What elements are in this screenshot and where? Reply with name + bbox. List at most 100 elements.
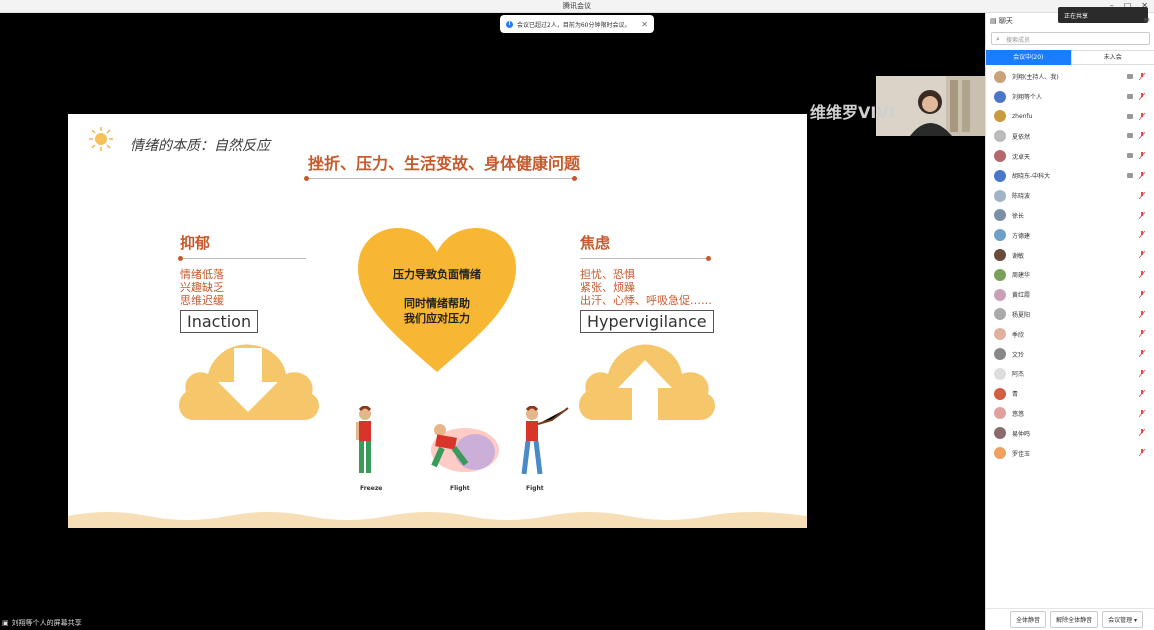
muted-mic-icon[interactable]: [1139, 270, 1145, 278]
member-list: 刘翔(主持人、我) 刘翔等个人 zhenfu 夏依然沈卓天胡晓东-中科大 陈晓波徐长方德…: [986, 67, 1154, 463]
muted-mic-icon[interactable]: [1139, 409, 1145, 417]
notice-close-button[interactable]: ✕: [641, 20, 648, 29]
member-row[interactable]: 周建华: [986, 265, 1154, 285]
member-row[interactable]: 陈晓波: [986, 186, 1154, 206]
list-item: 出汗、心悸、呼吸急促……: [580, 294, 712, 307]
list-item: 紧张、烦躁: [580, 281, 635, 294]
divider-dot: [178, 256, 183, 261]
muted-mic-icon[interactable]: [1139, 152, 1145, 160]
heart-line-1: 压力导致负面情绪: [393, 268, 481, 281]
panel-footer: 全体静音 解除全体静音 会议管理 ▾: [986, 608, 1154, 630]
title-bar: 腾讯会议 – □ ✕: [0, 0, 1154, 13]
member-name: 沈卓天: [1012, 153, 1031, 161]
mute-all-button[interactable]: 全体静音: [1010, 611, 1047, 628]
member-row[interactable]: 杨夏阳: [986, 305, 1154, 325]
muted-mic-icon[interactable]: [1139, 310, 1145, 318]
list-item: 情绪低落: [180, 268, 224, 281]
inaction-box: Inaction: [180, 310, 259, 333]
avatar: [994, 348, 1006, 361]
avatar: [994, 328, 1006, 341]
member-row[interactable]: 刘翔等个人: [986, 87, 1154, 107]
screen-share-icon: ▣: [2, 619, 9, 627]
menu-icon[interactable]: ≡: [1143, 15, 1150, 24]
avatar: [994, 288, 1006, 301]
headline-divider: [306, 178, 574, 179]
decorative-wave: [68, 512, 807, 528]
member-row[interactable]: 黄红霞: [986, 285, 1154, 305]
member-name: 罗佳玉: [1012, 450, 1031, 458]
avatar: [994, 308, 1006, 321]
muted-mic-icon[interactable]: [1139, 290, 1145, 298]
left-section-divider: [180, 258, 306, 259]
member-name: 杨夏阳: [1012, 311, 1031, 319]
avatar: [994, 169, 1006, 182]
member-row[interactable]: 沈卓天: [986, 146, 1154, 166]
member-row[interactable]: 徐长: [986, 206, 1154, 226]
slide-headline: 挫折、压力、生活变故、身体健康问题: [308, 154, 581, 173]
avatar: [994, 249, 1006, 262]
camera-off-icon[interactable]: [1127, 172, 1133, 178]
member-tabs: 会议中(20) 未入会: [986, 50, 1154, 65]
member-row[interactable]: 文玲: [986, 344, 1154, 364]
member-row[interactable]: 易仲鸣: [986, 423, 1154, 443]
member-row[interactable]: 季欣: [986, 324, 1154, 344]
muted-mic-icon[interactable]: [1139, 191, 1145, 199]
member-name: zhenfu: [1012, 112, 1033, 120]
members-panel: ▤ 聊天 正在共享 ≡ ⌕ 搜索成员 会议中(20) 未入会 刘翔(主持人、我)…: [985, 7, 1154, 630]
member-row[interactable]: 青: [986, 384, 1154, 404]
muted-mic-icon[interactable]: [1139, 231, 1145, 239]
right-section-title: 焦虑: [580, 234, 611, 252]
left-section-list: 情绪低落 兴趣缺乏 思维迟缓: [180, 268, 224, 307]
camera-off-icon[interactable]: [1127, 93, 1133, 99]
muted-mic-icon[interactable]: [1139, 171, 1145, 179]
muted-mic-icon[interactable]: [1139, 112, 1145, 120]
muted-mic-icon[interactable]: [1139, 350, 1145, 358]
muted-mic-icon[interactable]: [1139, 132, 1145, 140]
member-row[interactable]: 阿杰: [986, 364, 1154, 384]
avatar: [994, 150, 1006, 163]
slide-title: 情绪的本质：自然反应: [130, 138, 270, 154]
divider-dot: [304, 176, 309, 181]
avatar: [994, 427, 1006, 440]
member-name: 陈晓波: [1012, 193, 1031, 201]
muted-mic-icon[interactable]: [1139, 449, 1145, 457]
heart-line-2: 同时情绪帮助: [404, 297, 470, 310]
list-item: 兴趣缺乏: [180, 281, 224, 294]
muted-mic-icon[interactable]: [1139, 251, 1145, 259]
muted-mic-icon[interactable]: [1139, 429, 1145, 437]
member-name: 刘翔(主持人、我): [1012, 74, 1059, 82]
member-row[interactable]: 谢敏: [986, 245, 1154, 265]
member-row[interactable]: 方德建: [986, 225, 1154, 245]
meeting-manage-button[interactable]: 会议管理 ▾: [1102, 611, 1143, 628]
avatar: [994, 447, 1006, 460]
muted-mic-icon[interactable]: [1139, 389, 1145, 397]
member-row[interactable]: zhenfu: [986, 107, 1154, 127]
camera-off-icon[interactable]: [1127, 153, 1133, 159]
video-watermark: 维维罗VIVI: [810, 103, 895, 122]
camera-off-icon[interactable]: [1127, 133, 1133, 139]
tab-in-meeting[interactable]: 会议中(20): [986, 50, 1071, 65]
unmute-all-button[interactable]: 解除全体静音: [1050, 611, 1099, 628]
muted-mic-icon[interactable]: [1139, 211, 1145, 219]
member-search-input[interactable]: ⌕ 搜索成员: [991, 32, 1150, 45]
camera-off-icon[interactable]: [1127, 74, 1133, 79]
member-row[interactable]: 罗佳玉: [986, 443, 1154, 463]
member-row[interactable]: 刘翔(主持人、我): [986, 67, 1154, 87]
avatar: [994, 70, 1006, 83]
muted-mic-icon[interactable]: [1139, 92, 1145, 100]
camera-off-icon[interactable]: [1127, 113, 1133, 119]
member-name: 胡晓东-中科大: [1012, 173, 1051, 181]
member-name: 徐长: [1012, 212, 1025, 220]
left-section-title: 抑郁: [180, 234, 211, 252]
flight-figure-icon: [431, 424, 499, 472]
muted-mic-icon[interactable]: [1139, 330, 1145, 338]
member-row[interactable]: 胡晓东-中科大: [986, 166, 1154, 186]
member-row[interactable]: 夏依然: [986, 126, 1154, 146]
muted-mic-icon[interactable]: [1139, 369, 1145, 377]
chat-icon: ▤: [990, 17, 999, 25]
member-row[interactable]: 悠悠: [986, 404, 1154, 424]
sharing-toast: 正在共享: [1058, 7, 1148, 23]
tab-not-joined[interactable]: 未入会: [1070, 50, 1154, 65]
member-name: 刘翔等个人: [1012, 94, 1043, 102]
muted-mic-icon[interactable]: [1139, 73, 1145, 80]
